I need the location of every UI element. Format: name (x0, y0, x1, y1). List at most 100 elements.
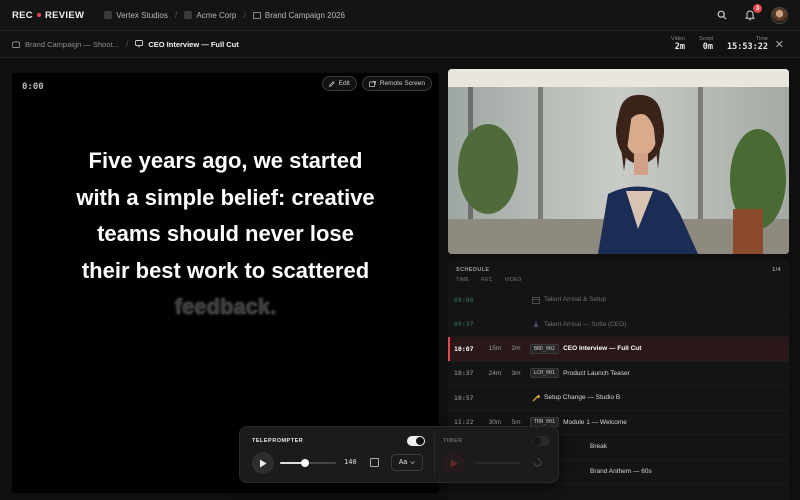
edit-button[interactable]: Edit (321, 76, 357, 91)
schedule-row[interactable]: 08:00 Talent Arrival & Setup (448, 288, 789, 313)
stat-time: Time 15:53:22 (727, 36, 768, 52)
column-header: REC (481, 277, 493, 283)
row-video: 2m (511, 345, 521, 353)
stat-value: 2m (674, 42, 685, 52)
avatar[interactable] (771, 6, 788, 24)
play-icon (451, 459, 458, 467)
app-logo[interactable]: REC REVIEW (12, 10, 84, 21)
row-time: 09:37 (454, 320, 474, 329)
breadcrumb-label: Vertex Studios (116, 10, 168, 20)
toggle-knob (416, 437, 424, 445)
controls-divider (434, 435, 435, 476)
logo-review: REVIEW (44, 9, 85, 21)
current-scene: CEO Interview — Full Cut (135, 39, 239, 49)
breadcrumb-label: Acme Corp (196, 10, 237, 20)
breadcrumb-label: Brand Campaign 2026 (264, 10, 345, 20)
edit-label: Edit (338, 80, 350, 87)
column-header: VIDEO (504, 277, 522, 283)
chevron-down-icon (410, 461, 416, 464)
breadcrumb-separator: / (243, 10, 246, 20)
row-time: 10:37 (454, 369, 474, 378)
teleprompter-label: TELEPROMPTER (252, 438, 304, 444)
row-code: LCH_001 (530, 368, 560, 379)
timer-label: TIMER (443, 438, 463, 444)
speed-value: 140 (344, 458, 357, 466)
script-text: Five years ago, we started with a simple… (42, 143, 409, 326)
row-rec: 30m (488, 418, 502, 426)
close-icon[interactable]: ✕ (775, 38, 784, 51)
row-time: 08:00 (454, 295, 474, 304)
row-title: Setup Change — Studio B (544, 394, 621, 402)
play-icon (260, 459, 267, 467)
parent-project-label: Brand Campaign — Shoot... (25, 39, 119, 49)
makeup-icon (534, 321, 538, 328)
client-icon (184, 11, 193, 19)
schedule-columns: TIME REC VIDEO (448, 273, 789, 283)
breadcrumb-separator: / (174, 10, 178, 20)
breadcrumb-client[interactable]: Acme Corp (184, 11, 236, 20)
stat-value: 0m (702, 42, 714, 52)
row-rec: 24m (488, 369, 502, 377)
column-header: TIME (456, 277, 470, 283)
search-button[interactable] (715, 8, 729, 22)
row-title: Brand Anthem — 60s (590, 467, 652, 475)
prompter-actions: Edit Remote Screen (321, 76, 432, 91)
notification-badge: 3 (753, 4, 762, 13)
row-time: 10:07 (454, 344, 474, 353)
breadcrumb: Vertex Studios / Acme Corp / Brand Campa… (104, 10, 345, 20)
speed-slider[interactable] (280, 459, 336, 467)
breadcrumb-project[interactable]: Brand Campaign 2026 (252, 10, 345, 20)
scene-title: CEO Interview — Full Cut (148, 39, 239, 49)
schedule-progress: 1/4 (772, 267, 781, 273)
pencil-icon (328, 80, 335, 87)
breadcrumb-studio[interactable]: Vertex Studios (104, 11, 168, 20)
playback-controls: TELEPROMPTER 140 Aa TIMER (239, 426, 559, 483)
folder-icon (252, 11, 261, 19)
timer-toggle[interactable] (532, 436, 550, 446)
row-title: Break (590, 443, 607, 451)
sub-bar: Brand Campaign — Shoot... / CEO Intervie… (0, 31, 800, 58)
schedule-row[interactable]: 09:37 Talent Arrival — Sofia (CEO) (448, 313, 789, 337)
schedule-header: SCHEDULE 1/4 (448, 261, 789, 273)
remote-screen-label: Remote Screen (379, 80, 425, 87)
font-size-select[interactable]: Aa (391, 454, 423, 471)
row-video: 5m (511, 418, 521, 426)
speed-slider-handle[interactable] (301, 459, 310, 467)
row-title: Product Launch Teaser (563, 369, 630, 377)
studio-icon (104, 11, 113, 19)
schedule-row[interactable]: 10:37 24m 3m LCH_001 Product Launch Teas… (448, 362, 789, 386)
top-actions: 3 (715, 4, 788, 24)
row-time: 10:57 (454, 393, 474, 402)
top-bar: REC REVIEW Vertex Studios / Acme Corp / … (0, 0, 800, 31)
video-frame-image (448, 69, 789, 254)
script-line: Five years ago, we started (88, 148, 363, 173)
parent-project-link[interactable]: Brand Campaign — Shoot... (12, 40, 119, 49)
wrench-icon (532, 394, 540, 402)
notifications-button[interactable]: 3 (743, 4, 762, 22)
stats-group: Video 2m Script 0m Time 15:53:22 (671, 36, 768, 52)
teleprompter-toggle[interactable] (407, 436, 425, 446)
remote-screen-button[interactable]: Remote Screen (361, 76, 432, 91)
row-title: Talent Arrival & Setup (544, 296, 607, 304)
calendar-icon (532, 296, 540, 304)
prompter-timer: 0:00 (22, 82, 44, 92)
toggle-knob (533, 437, 541, 445)
stat-value: 15:53:22 (727, 42, 768, 52)
app-root: REC REVIEW Vertex Studios / Acme Corp / … (0, 0, 800, 500)
script-line: their best work to scattered (81, 257, 370, 283)
schedule-row-current[interactable]: 10:07 15m 2m BRD_002 CEO Interview — Ful… (448, 337, 789, 362)
row-code: BRD_002 (530, 343, 560, 354)
script-line-faded: feedback. (174, 294, 277, 319)
teleprompter-play-button[interactable] (252, 452, 274, 474)
schedule-row[interactable]: 10:57 Setup Change — Studio B (448, 386, 789, 411)
breadcrumb-separator: / (125, 39, 129, 49)
script-line: teams should never lose (97, 221, 354, 246)
logo-dot (36, 13, 41, 17)
video-preview[interactable] (448, 69, 789, 254)
reset-icon[interactable] (533, 458, 542, 467)
folder-icon (12, 41, 20, 48)
timer-record-button[interactable] (443, 452, 465, 474)
fullscreen-icon[interactable] (370, 458, 379, 467)
schedule-title: SCHEDULE (456, 267, 490, 273)
row-title: Talent Arrival — Sofia (CEO) (544, 320, 627, 328)
